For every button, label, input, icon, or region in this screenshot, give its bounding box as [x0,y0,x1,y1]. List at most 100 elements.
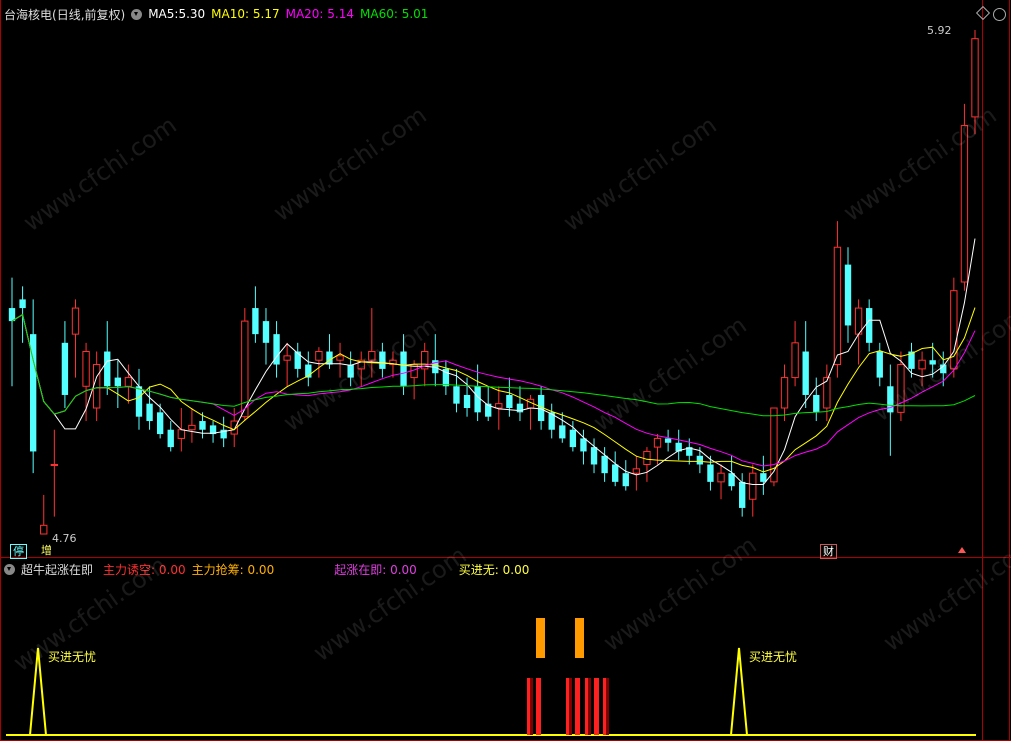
candle [188,408,196,443]
indicator-chart[interactable] [0,578,1011,740]
candle [135,368,143,430]
ma20-label: MA20: 5.14 [285,7,355,21]
candle [887,364,894,456]
candle [40,494,48,535]
candlestick-chart[interactable] [0,22,1011,557]
candle [379,342,386,378]
candle [315,347,323,378]
candle [749,464,757,517]
candle [516,386,524,422]
candle [71,299,80,378]
candle [780,364,789,422]
candle [305,351,312,387]
indicator-menu-icon[interactable] [4,563,15,575]
candle [104,321,111,395]
candle [8,277,16,387]
candle [294,342,301,378]
stock-name[interactable]: 台海核电 [4,6,52,23]
candle [876,342,883,387]
candle [960,103,969,291]
candle [612,451,619,487]
increase-badge[interactable]: 增 [39,544,54,557]
candle [760,455,767,495]
chart-window: 台海核电 (日线,前复权) MA5:5.30 MA10: 5.17 MA20: … [0,0,1011,741]
candle [357,351,365,387]
candle [209,421,217,443]
candle [908,342,915,378]
lure-bar [575,678,580,735]
ma10-label: MA10: 5.17 [211,7,280,21]
pane-divider[interactable] [0,557,1011,558]
buy-signal-label-2: 买进无忧 [749,650,798,664]
indicator-name[interactable]: 超牛起涨在即 [21,561,93,578]
candle [675,429,682,461]
candle [61,321,69,408]
candle [559,412,566,443]
candle [548,403,555,439]
candle [167,421,174,452]
rally-bar [536,618,545,658]
halt-badge[interactable]: 停 [10,544,27,559]
candle [664,429,672,452]
candle [336,342,344,378]
lure-bar [536,678,541,735]
indicator-item-4: 买进无: 0.00 [458,562,530,577]
candle [442,360,450,395]
candle [368,308,376,378]
indicator-item-1: 主力诱空: 0.00 [103,562,186,577]
ma20-line [11,313,976,467]
ma60-line [11,313,976,417]
ma5-line [11,238,976,485]
candle [791,321,799,387]
candle [866,299,873,352]
finance-badge[interactable]: 财 [820,544,837,559]
settings-icon[interactable] [993,8,1006,21]
event-arrow-icon[interactable] [958,547,966,553]
candle [114,360,121,408]
expand-icon[interactable] [975,5,991,21]
candle [739,473,746,517]
rally-bar [575,618,584,658]
candle [526,394,535,430]
buy-signal-label-1: 买进无忧 [48,650,97,664]
candle [632,455,641,491]
candle [897,351,905,422]
signal-spike [730,647,748,736]
chevron-down-icon[interactable] [131,8,143,20]
candle [844,247,852,343]
candle [802,321,809,408]
candle [601,447,608,482]
signal-spike [29,647,47,736]
price-pane-header: 台海核电 (日线,前复权) MA5:5.30 MA10: 5.17 MA20: … [4,5,428,23]
candle [971,30,979,135]
candle [717,464,725,500]
candle [590,438,598,474]
candle [622,460,629,491]
ma60-label: MA60: 5.01 [360,7,429,21]
candle [643,447,651,482]
high-price-label: 5.92 [927,24,952,37]
candle [918,351,926,387]
candle [262,308,270,365]
candle [823,364,831,422]
candle [252,286,259,343]
candle [506,377,513,417]
candle [29,299,37,474]
indicator-item-2: 主力抢筹: 0.00 [191,562,275,577]
candle [950,277,958,378]
candle [146,386,153,430]
candle [50,429,59,517]
lure-bar [594,678,599,735]
candle [347,351,354,387]
candle [813,377,820,422]
candle [463,377,471,417]
ma5-label: MA5:5.30 [148,7,206,21]
period-label[interactable]: (日线,前复权) [52,6,125,23]
candle [432,334,439,387]
low-price-label: 4.76 [52,532,77,545]
candle [273,321,280,378]
indicator-header: 超牛起涨在即 主力诱空: 0.00 主力抢筹: 0.00 起涨在即: 0.00 … [4,561,529,577]
candle [283,342,291,387]
candle [92,351,101,422]
indicator-item-3: 起涨在即: 0.00 [334,562,417,577]
